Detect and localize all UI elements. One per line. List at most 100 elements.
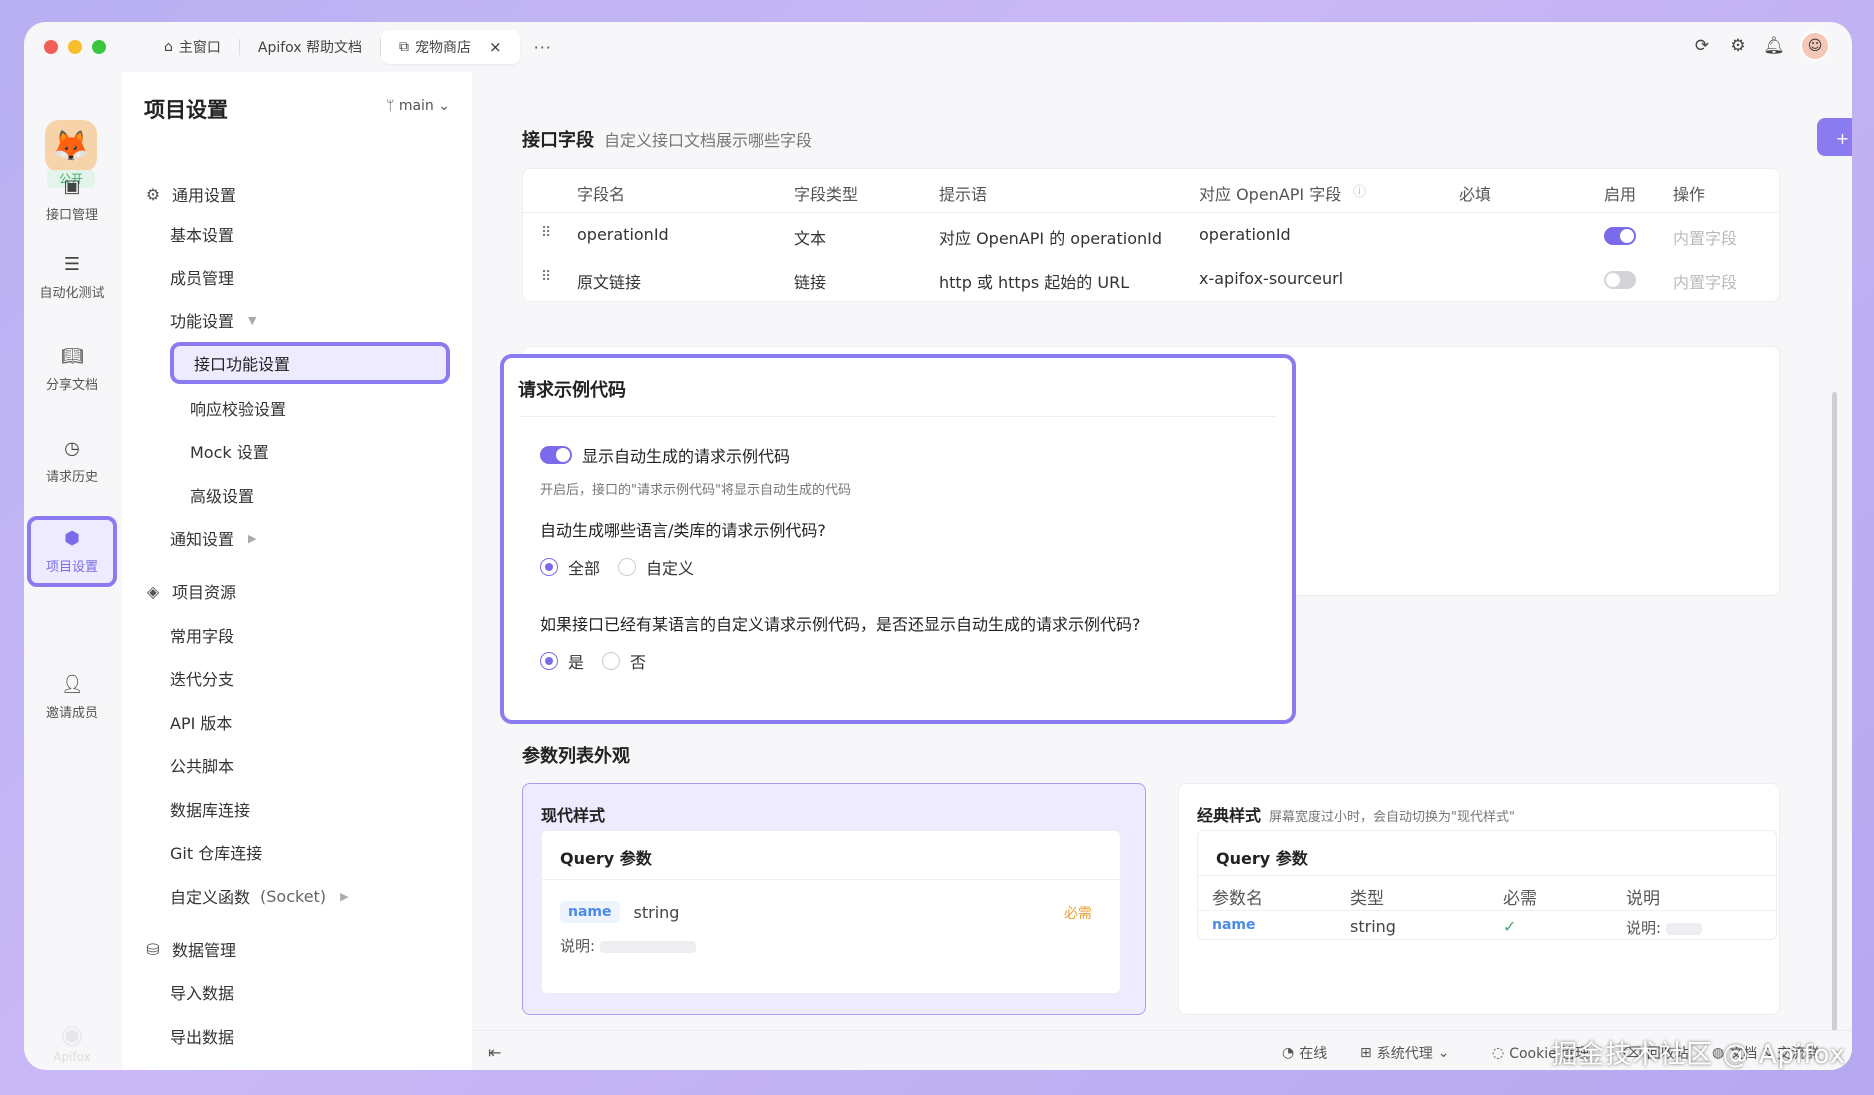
minimize-window-button[interactable] (68, 40, 82, 54)
code-options: 显示自动生成的请求示例代码 开启后，接口的"请求示例代码"将显示自动生成的代码 … (520, 416, 1276, 708)
nav-group-general[interactable]: ⚙ 通用设置 (144, 182, 236, 206)
col-header: 参数名 (1212, 889, 1263, 909)
col-header: 对应 OpenAPI 字段 (1199, 185, 1342, 204)
override-radio-group: 是 否 (540, 649, 646, 673)
more-tabs-button[interactable]: ··· (520, 38, 566, 57)
tab-pet-store[interactable]: ⧉ 宠物商店 × (381, 30, 520, 64)
table-row: ⠿ operationId 文本 对应 OpenAPI 的 operationI… (523, 213, 1779, 257)
bell-icon[interactable]: 🔔︎ (1763, 36, 1785, 56)
modern-style-card[interactable]: 现代样式 Query 参数 name string 必需 说明: (522, 783, 1146, 1015)
param-name: name (1212, 917, 1256, 933)
field-hint: http 或 https 起始的 URL (939, 273, 1130, 292)
rail-item-label: 项目设置 (45, 560, 98, 575)
query-params-title: Query 参数 (1216, 849, 1308, 868)
rail-item-label: 请求历史 (45, 470, 98, 485)
nav-label: 项目资源 (172, 583, 237, 602)
external-tab-icon: ⧉ (399, 39, 410, 55)
divider (542, 879, 1120, 880)
radio-circle (540, 652, 558, 670)
nav-item-mock[interactable]: Mock 设置 (190, 439, 269, 463)
nav-item-export[interactable]: 导出数据 (170, 1024, 234, 1048)
enable-toggle[interactable] (1604, 271, 1636, 289)
collapse-sidebar-icon[interactable]: ⇤ (488, 1043, 501, 1062)
enable-toggle[interactable] (1604, 227, 1636, 245)
auto-code-hint: 开启后，接口的"请求示例代码"将显示自动生成的代码 (540, 483, 851, 498)
rail-item-invite-members[interactable]: 👤︎ 邀请成员 (28, 674, 116, 721)
tab-help-docs[interactable]: Apifox 帮助文档 (240, 30, 380, 64)
classic-style-card[interactable]: 经典样式 屏幕宽度过小时，会自动切换为"现代样式" Query 参数 参数名 类型… (1178, 783, 1780, 1015)
add-field-button[interactable]: + 添加 (1817, 118, 1852, 156)
nav-item-members[interactable]: 成员管理 (170, 265, 234, 289)
refresh-icon[interactable]: ⟳ (1692, 36, 1712, 56)
radio-no[interactable]: 否 (602, 649, 646, 673)
radio-yes[interactable]: 是 (540, 649, 584, 673)
nav-item-custom-function[interactable]: 自定义函数 (Socket) ▶ (170, 884, 349, 908)
proxy-selector[interactable]: ⊞ 系统代理 ⌄ (1360, 1043, 1449, 1063)
nav-item-public-script[interactable]: 公共脚本 (170, 753, 234, 777)
project-logo-icon[interactable]: 🦊 (45, 120, 97, 172)
rail-item-project-settings[interactable]: ⬢ 项目设置 (27, 516, 117, 587)
nav-item-common-fields[interactable]: 常用字段 (170, 623, 234, 647)
style-subtitle: 屏幕宽度过小时，会自动切换为"现代样式" (1269, 810, 1515, 825)
nav-item-advanced[interactable]: 高级设置 (190, 483, 254, 507)
fields-table: 字段名 字段类型 提示语 对应 OpenAPI 字段 ⓘ 必填 启用 操作 ⠿ … (522, 168, 1780, 302)
radio-all[interactable]: 全部 (540, 555, 600, 579)
maximize-window-button[interactable] (92, 40, 106, 54)
apifox-footer-text: Apifox (53, 1050, 91, 1064)
chevron-down-icon: ⌄ (1437, 1045, 1450, 1061)
rail-item-share-docs[interactable]: 📖︎ 分享文档 (28, 346, 116, 393)
settings-icon: ⬢ (64, 528, 80, 549)
nav-item-basic[interactable]: 基本设置 (170, 222, 234, 246)
radio-label: 自定义 (646, 559, 695, 578)
nav-label: 自定义函数 (170, 888, 251, 907)
vertical-scrollbar[interactable] (1832, 392, 1837, 1032)
help-icon[interactable]: ⓘ (1353, 181, 1366, 200)
nav-item-response-validation[interactable]: 响应校验设置 (190, 396, 286, 420)
nav-label: Mock 设置 (190, 443, 269, 462)
online-status[interactable]: ◔ 在线 (1282, 1043, 1327, 1063)
nav-item-features[interactable]: 功能设置 ▼ (170, 308, 256, 332)
close-window-button[interactable] (44, 40, 58, 54)
branch-selector[interactable]: ᛘ main ⌄ (386, 98, 450, 114)
nav-item-git-connection[interactable]: Git 仓库连接 (170, 840, 262, 864)
field-type: 文本 (794, 229, 827, 248)
apifox-footer-logo: ◉ Apifox (46, 1020, 98, 1064)
app-window: ⌂ 主窗口 Apifox 帮助文档 ⧉ 宠物商店 × ··· ⟳ ⚙ 🔔︎ ☺ … (24, 22, 1852, 1070)
nav-item-api-features[interactable]: 接口功能设置 (170, 342, 450, 384)
desc-label: 说明: (1626, 919, 1662, 937)
user-avatar[interactable]: ☺ (1800, 31, 1830, 61)
apifox-logo-icon: ◉ (60, 1020, 84, 1050)
query-params-title: Query 参数 (560, 849, 652, 868)
table-row: ⠿ 原文链接 链接 http 或 https 起始的 URL x-apifox-… (523, 257, 1779, 301)
gear-icon: ⚙ (145, 184, 161, 204)
tab-main-window[interactable]: ⌂ 主窗口 (146, 30, 239, 64)
tab-label: 主窗口 (178, 40, 221, 56)
drag-handle-icon[interactable]: ⠿ (541, 269, 551, 285)
nav-item-import[interactable]: 导入数据 (170, 980, 234, 1004)
rail-item-automation[interactable]: ☰ 自动化测试 (28, 254, 116, 301)
nav-item-iteration[interactable]: 迭代分支 (170, 666, 234, 690)
nav-label: 高级设置 (190, 487, 255, 506)
check-circle-icon: ◔ (1282, 1045, 1295, 1061)
drag-handle-icon[interactable]: ⠿ (541, 225, 551, 241)
gear-icon[interactable]: ⚙ (1728, 36, 1748, 56)
col-header: 类型 (1350, 889, 1384, 909)
nav-item-db-connection[interactable]: 数据库连接 (170, 797, 250, 821)
section-title-text: 接口字段 (522, 130, 594, 151)
nav-label: Git 仓库连接 (170, 844, 263, 863)
nav-group-data[interactable]: ⛁ 数据管理 (144, 937, 236, 961)
branch-icon: ᛘ (385, 98, 395, 114)
radio-label: 全部 (568, 559, 601, 578)
rail-item-api-management[interactable]: ▣ 接口管理 (28, 176, 116, 223)
radio-custom[interactable]: 自定义 (618, 555, 694, 579)
request-example-code-card: 请求示例代码 显示自动生成的请求示例代码 开启后，接口的"请求示例代码"将显示自… (500, 354, 1296, 724)
nav-label: 数据管理 (172, 941, 237, 960)
nav-item-notify[interactable]: 通知设置 ▶ (170, 526, 256, 550)
rail-item-request-history[interactable]: ◷ 请求历史 (28, 438, 116, 485)
close-tab-icon[interactable]: × (489, 38, 502, 56)
nav-group-resources[interactable]: ◈ 项目资源 (144, 579, 236, 603)
rail-item-label: 接口管理 (45, 208, 98, 223)
auto-code-toggle[interactable] (540, 446, 572, 464)
nav-item-api-version[interactable]: API 版本 (170, 710, 232, 734)
radio-label: 否 (630, 653, 647, 672)
